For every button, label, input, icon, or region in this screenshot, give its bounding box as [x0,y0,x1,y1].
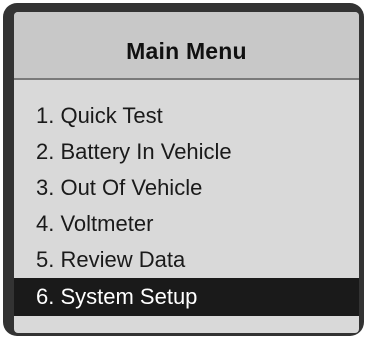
menu-item-system-setup[interactable]: 6. System Setup [14,278,359,316]
menu-item-review-data[interactable]: 5. Review Data [14,242,359,278]
menu-item-out-of-vehicle[interactable]: 3. Out Of Vehicle [14,170,359,206]
menu-item-quick-test[interactable]: 1. Quick Test [14,98,359,134]
device-frame: Main Menu 1. Quick Test 2. Battery In Ve… [3,3,364,336]
menu-screen: Main Menu 1. Quick Test 2. Battery In Ve… [14,12,359,333]
menu-item-voltmeter[interactable]: 4. Voltmeter [14,206,359,242]
page-title: Main Menu [126,38,247,64]
title-bar: Main Menu [14,12,359,80]
menu-item-battery-in-vehicle[interactable]: 2. Battery In Vehicle [14,134,359,170]
